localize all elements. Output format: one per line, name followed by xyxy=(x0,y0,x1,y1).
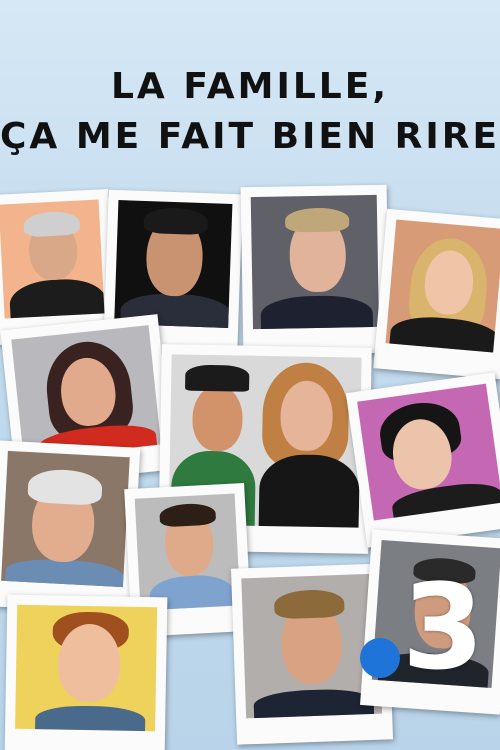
poster: LA FAMILLE, ÇA ME FAIT BIEN RIRE ! 3 xyxy=(0,0,500,750)
title-line-2: ÇA ME FAIT BIEN RIRE ! xyxy=(0,116,500,157)
france3-logo: 3 xyxy=(358,568,498,700)
logo-dot-icon xyxy=(360,638,400,678)
photo-blonde-woman xyxy=(373,208,500,380)
logo-number: 3 xyxy=(402,558,485,696)
photo-young-man-curly xyxy=(4,594,168,750)
photo-woman-short-hair-pink xyxy=(345,372,500,548)
title-line-1: LA FAMILLE, xyxy=(110,66,390,107)
poster-title: LA FAMILLE, ÇA ME FAIT BIEN RIRE ! xyxy=(0,62,500,162)
photo-man-suit xyxy=(240,184,390,356)
photo-elderly-man-white-hair xyxy=(0,440,141,614)
